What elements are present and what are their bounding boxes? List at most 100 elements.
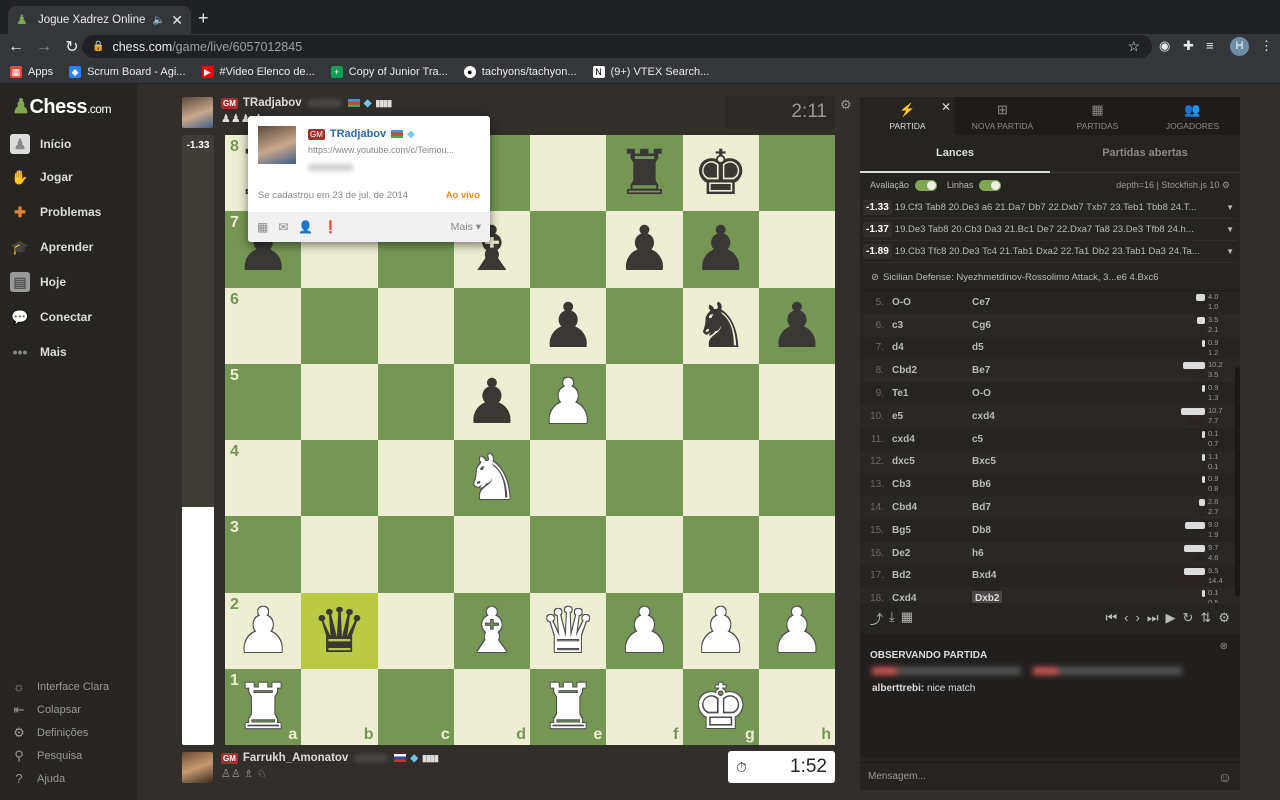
sidebar-item-inicio[interactable]: ♟ Início [10, 134, 71, 154]
square-a3[interactable]: 3 [225, 516, 302, 593]
lines-toggle[interactable] [979, 179, 1002, 191]
browser-tab[interactable]: ♟ Jogue Xadrez Online de GR 🔈 ✕ [8, 6, 191, 34]
black-pawn-icon[interactable]: ♟ [540, 294, 596, 357]
square-g7[interactable]: ♟ [682, 211, 759, 288]
square-f4[interactable] [606, 440, 683, 517]
previous-move-icon[interactable]: ‹ [1124, 610, 1128, 626]
square-e7[interactable] [530, 211, 607, 288]
popup-player-name[interactable]: TRadjabov [330, 128, 386, 140]
popup-live-status[interactable]: Ao vivo [446, 190, 480, 201]
chess-com-logo[interactable]: ♟Chess.com [12, 94, 111, 119]
square-d5[interactable]: ♟ [453, 363, 530, 440]
address-bar[interactable]: 🔒 chess.com/game/live/6057012845 ☆ [82, 35, 1152, 58]
popup-more-button[interactable]: Mais ▾ [451, 221, 481, 233]
square-g2[interactable]: ♟ [682, 592, 759, 669]
square-e5[interactable]: ♟ [530, 363, 607, 440]
square-a4[interactable]: 4 [225, 440, 302, 517]
top-player-avatar[interactable] [182, 97, 213, 128]
square-d4[interactable]: ♞ [453, 440, 530, 517]
square-h1[interactable]: h [758, 668, 835, 745]
extensions-puzzle-icon[interactable]: ✚ [1183, 38, 1194, 54]
white-move[interactable]: dxc5 [892, 456, 972, 467]
square-c3[interactable] [377, 516, 454, 593]
engine-line[interactable]: -1.89 19.Cb3 Tfc8 20.De3 Tc4 21.Tab1 Dxa2… [863, 241, 1237, 263]
square-g5[interactable] [682, 363, 759, 440]
white-rook-icon[interactable]: ♜ [540, 675, 596, 738]
black-move[interactable]: Db8 [972, 525, 1052, 536]
sidebar-item-problemas[interactable]: ✚ Problemas [10, 202, 101, 222]
black-move[interactable]: Bb6 [972, 479, 1052, 490]
emoji-icon[interactable]: ☺ [1218, 769, 1232, 785]
black-pawn-icon[interactable]: ♟ [617, 218, 673, 280]
last-move-icon[interactable]: ⏭ [1147, 610, 1159, 626]
sidebar-item-hoje[interactable]: ▤ Hoje [10, 272, 66, 292]
square-f8[interactable]: ♜ [606, 135, 683, 212]
back-button[interactable]: ← [4, 38, 28, 56]
sidebar-item-jogar[interactable]: ✋ Jogar [10, 167, 72, 187]
square-a6[interactable]: 6 [225, 287, 302, 364]
reload-button[interactable]: ↻ [60, 37, 84, 57]
black-pawn-icon[interactable]: ♟ [769, 294, 825, 357]
square-b2[interactable]: ♛ [301, 592, 378, 669]
square-c2[interactable] [377, 592, 454, 669]
square-b3[interactable] [301, 516, 378, 593]
square-c4[interactable] [377, 440, 454, 517]
sidebar-settings[interactable]: ⚙ Definições [11, 725, 88, 741]
white-queen-icon[interactable]: ♛ [540, 599, 596, 662]
black-move[interactable]: d5 [972, 342, 1052, 353]
reload-icon[interactable]: ↻ [1183, 610, 1194, 626]
black-rook-icon[interactable]: ♜ [617, 142, 673, 204]
white-move[interactable]: c3 [892, 320, 972, 331]
white-move[interactable]: Cb3 [892, 479, 972, 490]
expand-line-icon[interactable]: ▼ [1226, 203, 1234, 212]
sidebar-item-conectar[interactable]: 💬 Conectar [10, 307, 92, 327]
square-h3[interactable] [758, 516, 835, 593]
tab-jogadores[interactable]: 👥 JOGADORES [1145, 97, 1240, 135]
white-knight-icon[interactable]: ♞ [464, 447, 520, 509]
black-pawn-icon[interactable]: ♟ [693, 218, 749, 280]
square-e1[interactable]: e ♜ [530, 668, 607, 745]
square-d3[interactable] [453, 516, 530, 593]
white-move[interactable]: Cbd4 [892, 502, 972, 513]
square-h7[interactable] [758, 211, 835, 288]
square-f5[interactable] [606, 363, 683, 440]
explorer-icon[interactable]: ▦ [901, 609, 913, 628]
white-move[interactable]: Te1 [892, 388, 972, 399]
board-settings-gear-icon[interactable]: ⚙ [840, 97, 852, 113]
message-icon[interactable]: ✉ [278, 220, 288, 234]
square-h2[interactable]: ♟ [758, 592, 835, 669]
white-pawn-icon[interactable]: ♟ [235, 599, 291, 662]
sidebar-item-aprender[interactable]: 🎓 Aprender [10, 237, 93, 257]
popup-avatar[interactable] [258, 126, 296, 164]
add-friend-icon[interactable]: 👤 [298, 220, 313, 234]
black-knight-icon[interactable]: ♞ [693, 294, 749, 357]
settings-gear-icon[interactable]: ⚙ [1218, 610, 1230, 626]
square-a5[interactable]: 5 [225, 363, 302, 440]
black-move[interactable]: c5 [972, 434, 1052, 445]
expand-line-icon[interactable]: ▼ [1226, 247, 1234, 256]
square-a1[interactable]: 1 a ♜ [225, 668, 302, 745]
tab-nova-partida[interactable]: ⊞ NOVA PARTIDA [955, 97, 1050, 135]
square-e4[interactable] [530, 440, 607, 517]
square-f3[interactable] [606, 516, 683, 593]
share-icon[interactable]: ⤴ [870, 609, 883, 628]
move-list-scrollbar[interactable] [1235, 367, 1240, 597]
audio-icon[interactable]: 🔈 [153, 15, 165, 26]
square-b1[interactable]: b [301, 668, 378, 745]
browser-menu-icon[interactable]: ⋮ [1260, 38, 1273, 54]
white-move[interactable]: Bg5 [892, 525, 972, 536]
square-c1[interactable]: c [377, 668, 454, 745]
square-a2[interactable]: 2 ♟ [225, 592, 302, 669]
square-b6[interactable] [301, 287, 378, 364]
white-move[interactable]: O-O [892, 297, 972, 308]
white-pawn-icon[interactable]: ♟ [769, 599, 825, 662]
white-pawn-icon[interactable]: ♟ [540, 370, 596, 433]
flip-board-icon[interactable]: ⇅ [1200, 610, 1211, 626]
black-move[interactable]: Ce7 [972, 297, 1052, 308]
square-e6[interactable]: ♟ [530, 287, 607, 364]
black-move[interactable]: O-O [972, 388, 1052, 399]
subtab-lances[interactable]: Lances [860, 135, 1050, 173]
square-h5[interactable] [758, 363, 835, 440]
bookmark-star-icon[interactable]: ☆ [1127, 38, 1140, 55]
bookmark-tachyons[interactable]: ● tachyons/tachyon... [463, 65, 577, 78]
